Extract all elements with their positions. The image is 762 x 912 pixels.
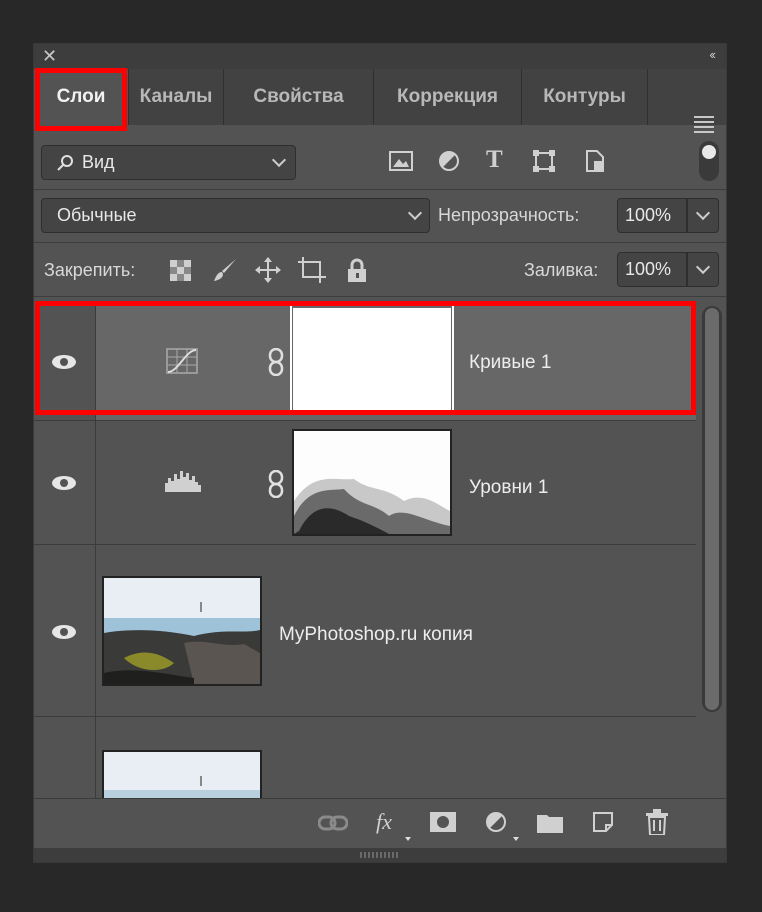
fill-value: 100% <box>625 259 672 279</box>
layer-row-levels[interactable]: Уровни 1 <box>34 421 696 545</box>
layers-panel: ✕ ‹‹ Слои Каналы Свойства Коррекция Конт… <box>33 43 727 863</box>
chevron-down-icon <box>407 205 423 221</box>
lock-label: Закрепить: <box>44 260 136 280</box>
levels-adjustment-icon <box>165 471 201 492</box>
fx-icon[interactable]: fx <box>376 809 392 835</box>
chevron-down-icon <box>695 259 711 275</box>
opacity-label: Непрозрачность: <box>438 205 580 225</box>
opacity-input[interactable]: 100% <box>617 198 687 233</box>
chevron-down-icon <box>271 152 287 168</box>
panel-title-bar: ✕ ‹‹ <box>34 44 726 69</box>
folder-icon[interactable] <box>537 813 563 833</box>
filter-toggle[interactable] <box>699 141 719 181</box>
divider <box>34 242 726 243</box>
filter-smart-object-icon[interactable] <box>584 149 606 173</box>
filter-shape-icon[interactable] <box>532 149 556 173</box>
lock-transparency-icon[interactable] <box>170 260 191 281</box>
eye-icon <box>52 625 76 639</box>
mask-icon[interactable] <box>430 812 456 832</box>
layer-row-photo-copy[interactable]: MyPhotoshop.ru копия <box>34 545 696 717</box>
tab-highlight-frame <box>35 68 127 131</box>
filter-kind-select[interactable]: Вид <box>41 145 296 180</box>
layer-row-photo[interactable] <box>34 717 696 800</box>
adjustment-dropdown-arrow <box>513 837 519 841</box>
layer-thumbnail[interactable] <box>102 750 262 800</box>
opacity-dropdown[interactable] <box>687 198 719 233</box>
filter-pixel-icon[interactable] <box>389 150 413 172</box>
panel-bottom-toolbar: fx <box>34 798 726 848</box>
tab-paths[interactable]: Контуры <box>522 69 648 125</box>
visibility-toggle[interactable] <box>34 717 96 798</box>
scrollbar-thumb[interactable] <box>705 308 719 710</box>
fill-input[interactable]: 100% <box>617 252 687 287</box>
seascape-thumbnail-image <box>104 578 260 684</box>
search-icon <box>57 155 73 171</box>
link-icon[interactable] <box>318 813 348 833</box>
layer-mask-thumbnail[interactable] <box>292 429 452 536</box>
eye-icon <box>52 476 76 490</box>
layers-scrollbar[interactable] <box>702 306 722 712</box>
mask-link-icon[interactable] <box>267 470 285 498</box>
tab-adjustments[interactable]: Коррекция <box>374 69 522 125</box>
fx-dropdown-arrow <box>405 837 411 841</box>
tab-channels[interactable]: Каналы <box>129 69 224 125</box>
trash-icon[interactable] <box>646 809 668 835</box>
filter-toggle-knob <box>702 145 716 159</box>
seascape-thumbnail-image <box>104 752 260 798</box>
blend-mode-value: Обычные <box>57 205 137 225</box>
panel-tabs: Слои Каналы Свойства Коррекция Контуры <box>34 69 726 133</box>
filter-type-icon[interactable]: T <box>486 146 503 174</box>
fill-dropdown[interactable] <box>687 252 719 287</box>
lock-pixels-brush-icon[interactable] <box>212 257 238 283</box>
lock-position-move-icon[interactable] <box>255 257 281 283</box>
divider <box>34 296 726 297</box>
visibility-toggle[interactable] <box>34 421 96 544</box>
blend-mode-select[interactable]: Обычные <box>41 198 430 233</box>
panel-resize-grip[interactable] <box>34 848 726 862</box>
grip-lines <box>360 852 398 858</box>
visibility-toggle[interactable] <box>34 545 96 716</box>
close-icon[interactable]: ✕ <box>42 47 57 65</box>
fill-label: Заливка: <box>524 260 599 280</box>
filter-kind-label: Вид <box>82 152 115 172</box>
layer-name[interactable]: Уровни 1 <box>469 477 548 499</box>
panel-menu-icon[interactable] <box>694 116 714 136</box>
divider <box>34 189 726 190</box>
adjustment-icon[interactable] <box>485 811 507 833</box>
layer-thumbnail[interactable] <box>102 576 262 686</box>
filter-adjustment-icon[interactable] <box>438 150 460 172</box>
tab-properties[interactable]: Свойства <box>224 69 374 125</box>
opacity-value: 100% <box>625 205 672 225</box>
levels-mask-image <box>294 431 450 534</box>
collapse-icon[interactable]: ‹‹ <box>709 47 716 62</box>
lock-all-icon[interactable] <box>346 258 368 282</box>
new-layer-icon[interactable] <box>592 811 614 833</box>
lock-artboard-icon[interactable] <box>298 257 326 283</box>
layer-highlight-frame <box>35 301 696 415</box>
layer-name[interactable]: MyPhotoshop.ru копия <box>279 624 473 646</box>
chevron-down-icon <box>695 205 711 221</box>
